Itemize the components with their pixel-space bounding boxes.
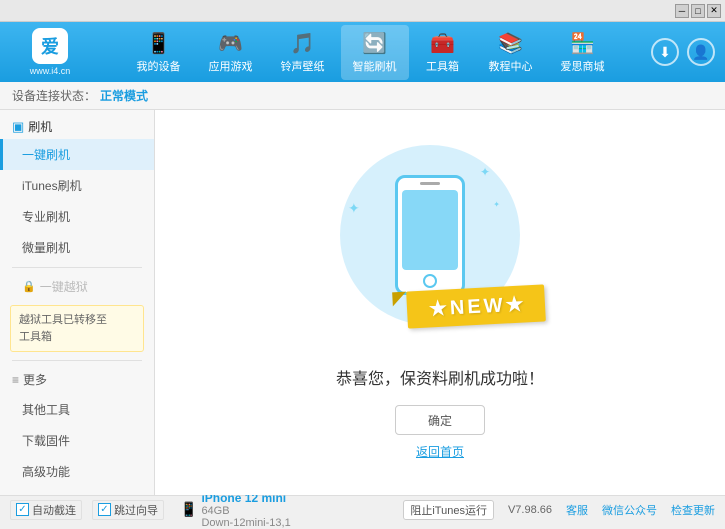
flash-section-title: 刷机	[28, 118, 52, 135]
stop-itunes-button[interactable]: 阻止iTunes运行	[403, 500, 494, 520]
phone-home-button	[423, 274, 437, 288]
jailbreak-note: 越狱工具已转移至工具箱	[10, 305, 144, 352]
store-label: 爱思商城	[561, 58, 605, 74]
success-message: 恭喜您，保资料刷机成功啦！	[336, 365, 544, 389]
sidebar-more-section: ≡ 更多	[0, 365, 154, 394]
success-illustration: ✦ ✦ ✦ ★NEW★	[340, 145, 540, 345]
more-section-title: 更多	[23, 371, 47, 388]
more-section-icon: ≡	[12, 373, 19, 387]
ringtone-label: 铃声壁纸	[281, 58, 325, 74]
status-label: 设备连接状态：	[12, 87, 96, 104]
maximize-button[interactable]: □	[691, 4, 705, 18]
one-key-flash-label: 一键刷机	[22, 148, 70, 162]
phone-speaker	[398, 178, 462, 186]
logo[interactable]: 爱 www.i4.cn	[10, 28, 90, 76]
minimize-button[interactable]: ─	[675, 4, 689, 18]
check-update-link[interactable]: 检查更新	[671, 502, 715, 518]
sidebar-item-download-firmware[interactable]: 下载固件	[0, 425, 154, 456]
other-tools-label: 其他工具	[22, 403, 70, 417]
star-left: ✦	[348, 200, 360, 217]
itunes-flash-label: iTunes刷机	[22, 179, 82, 193]
close-button[interactable]: ✕	[707, 4, 721, 18]
status-bar: 设备连接状态： 正常模式	[0, 82, 725, 110]
bottom-bar: 自动截连 跳过向导 📱 iPhone 12 mini 64GB Down-12m…	[0, 495, 725, 523]
flash-section-icon: ▣	[12, 119, 24, 135]
nav-right: ⬇ 👤	[651, 38, 715, 66]
download-button[interactable]: ⬇	[651, 38, 679, 66]
smart-flash-icon: 🔄	[362, 31, 387, 56]
my-device-label: 我的设备	[137, 58, 181, 74]
skip-wizard-checkbox[interactable]: 跳过向导	[92, 500, 164, 520]
jailbreak-note-text: 越狱工具已转移至工具箱	[19, 314, 107, 343]
nav-my-device[interactable]: 📱 我的设备	[125, 25, 193, 80]
new-text: ★NEW★	[429, 293, 528, 320]
nav-tutorial[interactable]: 📚 教程中心	[477, 25, 545, 80]
sidebar-divider-1	[12, 267, 142, 268]
wechat-link[interactable]: 微信公众号	[602, 502, 657, 518]
nav-store[interactable]: 🏪 爱思商城	[549, 25, 617, 80]
store-icon: 🏪	[570, 31, 595, 56]
content-area: ✦ ✦ ✦ ★NEW★	[155, 110, 725, 495]
sidebar-item-advanced[interactable]: 高级功能	[0, 456, 154, 487]
title-bar: ─ □ ✕	[0, 0, 725, 22]
support-link[interactable]: 客服	[566, 502, 588, 518]
toolbox-label: 工具箱	[426, 58, 459, 74]
confirm-button[interactable]: 确定	[395, 405, 485, 435]
bottom-right: 阻止iTunes运行 V7.98.66 客服 微信公众号 检查更新	[403, 500, 715, 520]
advanced-label: 高级功能	[22, 465, 70, 479]
phone-shape	[395, 175, 465, 295]
nav-toolbox[interactable]: 🧰 工具箱	[413, 25, 473, 80]
sidebar-item-one-key-flash[interactable]: 一键刷机	[0, 139, 154, 170]
logo-url: www.i4.cn	[30, 66, 71, 76]
back-link[interactable]: 返回首页	[416, 443, 464, 460]
main-layout: ▣ 刷机 一键刷机 iTunes刷机 专业刷机 微量刷机 🔒 一键越狱 越狱工具…	[0, 110, 725, 495]
sidebar-jailbreak-disabled: 🔒 一键越狱	[0, 272, 154, 301]
my-device-icon: 📱	[146, 31, 171, 56]
user-button[interactable]: 👤	[687, 38, 715, 66]
sidebar-divider-2	[12, 360, 142, 361]
star-small: ✦	[493, 200, 500, 209]
tutorial-icon: 📚	[498, 31, 523, 56]
auto-jump-checkbox[interactable]: 自动截连	[10, 500, 82, 520]
tutorial-label: 教程中心	[489, 58, 533, 74]
sidebar-item-data-preserve[interactable]: 微量刷机	[0, 232, 154, 263]
star-top-right: ✦	[480, 165, 490, 179]
skip-wizard-label: 跳过向导	[114, 502, 158, 518]
banner-fold	[393, 292, 408, 307]
download-firmware-label: 下载固件	[22, 434, 70, 448]
apps-games-icon: 🎮	[218, 31, 243, 56]
pro-flash-label: 专业刷机	[22, 210, 70, 224]
top-nav: 爱 www.i4.cn 📱 我的设备 🎮 应用游戏 🎵 铃声壁纸 🔄 智能刷机 …	[0, 22, 725, 82]
smart-flash-label: 智能刷机	[353, 58, 397, 74]
sidebar-item-other-tools[interactable]: 其他工具	[0, 394, 154, 425]
window-controls[interactable]: ─ □ ✕	[675, 4, 721, 18]
lock-icon: 🔒	[22, 280, 36, 293]
nav-items: 📱 我的设备 🎮 应用游戏 🎵 铃声壁纸 🔄 智能刷机 🧰 工具箱 📚 教程中心…	[90, 25, 651, 80]
phone-device-icon: 📱	[180, 501, 197, 518]
new-banner-container: ★NEW★	[407, 288, 545, 325]
nav-ringtone[interactable]: 🎵 铃声壁纸	[269, 25, 337, 80]
nav-smart-flash[interactable]: 🔄 智能刷机	[341, 25, 409, 80]
auto-jump-label: 自动截连	[32, 502, 76, 518]
ringtone-icon: 🎵	[290, 31, 315, 56]
skip-wizard-checkbox-box[interactable]	[98, 503, 111, 516]
status-value: 正常模式	[100, 87, 148, 104]
sidebar-item-pro-flash[interactable]: 专业刷机	[0, 201, 154, 232]
jailbreak-label: 一键越狱	[40, 278, 88, 295]
logo-text: 爱	[41, 33, 59, 59]
data-preserve-label: 微量刷机	[22, 241, 70, 255]
apps-games-label: 应用游戏	[209, 58, 253, 74]
new-banner: ★NEW★	[407, 284, 546, 328]
auto-jump-checkbox-box[interactable]	[16, 503, 29, 516]
nav-apps-games[interactable]: 🎮 应用游戏	[197, 25, 265, 80]
device-storage: 64GB	[201, 505, 290, 517]
sidebar: ▣ 刷机 一键刷机 iTunes刷机 专业刷机 微量刷机 🔒 一键越狱 越狱工具…	[0, 110, 155, 495]
toolbox-icon: 🧰	[430, 31, 455, 56]
version-label: V7.98.66	[508, 504, 552, 516]
sidebar-item-itunes-flash[interactable]: iTunes刷机	[0, 170, 154, 201]
logo-icon: 爱	[32, 28, 68, 64]
sidebar-flash-section: ▣ 刷机	[0, 110, 154, 139]
phone-screen	[402, 190, 458, 270]
